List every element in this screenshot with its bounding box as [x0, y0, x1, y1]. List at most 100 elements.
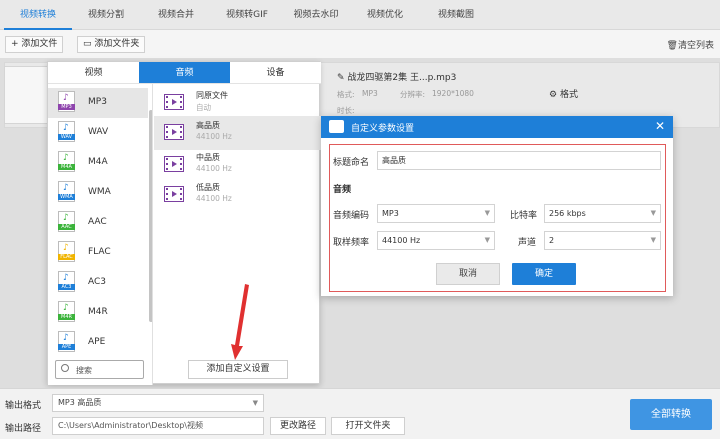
add-file-label: 添加文件	[21, 39, 58, 49]
format-search-input[interactable]: 搜索	[55, 360, 144, 379]
wma-file-icon: ♪ WMA	[58, 181, 75, 202]
tab-video-convert[interactable]: 视频转换	[4, 0, 72, 30]
m4a-file-icon: ♪ M4A	[58, 151, 75, 172]
quality-sub: 44100 Hz	[196, 132, 232, 141]
tab-format-device[interactable]: 设备	[230, 62, 321, 84]
codec-label: 音频编码	[333, 211, 370, 221]
dialog-title: 自定义参数设置	[351, 124, 415, 134]
bitrate-label: 比特率	[510, 211, 538, 221]
quality-name: 高品质	[196, 121, 220, 130]
quality-item[interactable]: 中品质 44100 Hz	[154, 148, 321, 182]
film-icon	[164, 156, 184, 172]
folder-icon: ▭	[83, 39, 92, 49]
output-format-value: MP3 高品质	[58, 398, 102, 407]
clear-list-button[interactable]: 🗑清空列表	[667, 38, 714, 51]
tab-video-to-gif[interactable]: 视频转GIF	[214, 0, 280, 30]
channel-value: 2	[549, 236, 555, 245]
format-item-m4r[interactable]: ♪ M4R M4R	[48, 298, 148, 328]
format-item-ac3[interactable]: ♪ AC3 AC3	[48, 268, 148, 298]
tab-format-video[interactable]: 视频	[48, 62, 139, 84]
flac-file-icon: ♪ FLAC	[58, 241, 75, 262]
tab-format-audio[interactable]: 音频	[139, 62, 230, 84]
plus-icon: +	[11, 39, 19, 49]
quality-name: 同原文件	[196, 91, 228, 100]
format-item-wav[interactable]: ♪ WAV WAV	[48, 118, 148, 148]
film-icon	[164, 124, 184, 140]
output-path-field[interactable]: C:\Users\Administrator\Desktop\视频	[52, 417, 264, 435]
file-format-value: MP3	[362, 89, 378, 98]
trash-icon: 🗑	[666, 41, 678, 51]
open-folder-button[interactable]: 打开文件夹	[331, 417, 405, 435]
chevron-down-icon: ▼	[650, 236, 656, 244]
file-thumbnail	[4, 66, 50, 124]
chevron-down-icon: ▼	[252, 399, 258, 407]
name-label: 标题命名	[333, 158, 370, 168]
bitrate-select[interactable]: 256 kbps ▼	[544, 204, 661, 223]
samplerate-label: 取样频率	[333, 238, 370, 248]
tab-video-split[interactable]: 视频分割	[76, 0, 136, 30]
quality-sub: 44100 Hz	[196, 164, 232, 173]
format-item-wma[interactable]: ♪ WMA WMA	[48, 178, 148, 208]
tab-video-merge[interactable]: 视频合并	[146, 0, 206, 30]
tab-video-screenshot[interactable]: 视频截图	[428, 0, 484, 30]
format-item-ape[interactable]: ♪ APE APE	[48, 328, 148, 358]
format-button-label: 格式	[559, 90, 578, 100]
ape-file-icon: ♪ APE	[58, 331, 75, 352]
add-folder-button[interactable]: ▭ 添加文件夹	[77, 36, 146, 53]
mp3-file-icon: ♪ MP3	[58, 91, 75, 112]
convert-all-button[interactable]: 全部转换	[630, 399, 712, 430]
audio-section-title: 音频	[333, 185, 352, 195]
edit-icon[interactable]: ✎	[337, 73, 345, 83]
quality-item[interactable]: 高品质 44100 Hz	[154, 116, 321, 150]
format-button[interactable]: ⚙ 格式	[549, 87, 578, 100]
bitrate-value: 256 kbps	[549, 209, 586, 218]
quality-name: 低品质	[196, 183, 220, 192]
film-icon	[164, 94, 184, 110]
add-folder-label: 添加文件夹	[94, 39, 140, 49]
camera-icon	[329, 120, 344, 133]
format-item-label: FLAC	[88, 247, 111, 257]
format-item-mp3[interactable]: ♪ MP3 MP3	[48, 88, 148, 118]
format-item-label: MP3	[88, 97, 107, 107]
aac-file-icon: ♪ AAC	[58, 211, 75, 232]
search-icon	[61, 364, 69, 372]
format-panel: 视频 音频 设备 ♪ MP3 MP3 ♪ WAV WAV ♪ M4A M4A ♪ WMA…	[47, 61, 321, 385]
chevron-down-icon: ▼	[484, 236, 490, 244]
chevron-down-icon: ▼	[650, 209, 656, 217]
file-name-text: 战龙四驱第2集 王...p.mp3	[347, 73, 457, 83]
tab-video-watermark[interactable]: 视频去水印	[284, 0, 348, 30]
codec-select[interactable]: MP3 ▼	[377, 204, 495, 223]
wav-file-icon: ♪ WAV	[58, 121, 75, 142]
ac3-file-icon: ♪ AC3	[58, 271, 75, 292]
add-custom-setting-button[interactable]: 添加自定义设置	[188, 360, 288, 379]
output-format-select[interactable]: MP3 高品质 ▼	[52, 394, 264, 412]
codec-value: MP3	[382, 209, 399, 218]
close-icon[interactable]: ✕	[655, 119, 665, 133]
channel-select[interactable]: 2 ▼	[544, 231, 661, 250]
samplerate-select[interactable]: 44100 Hz ▼	[377, 231, 495, 250]
tab-video-optimize[interactable]: 视频优化	[358, 0, 412, 30]
format-item-label: AC3	[88, 277, 107, 287]
file-resolution-label: 分辨率:	[400, 90, 426, 99]
quality-item[interactable]: 同原文件 自动	[154, 86, 321, 120]
name-input[interactable]: 高品质	[377, 151, 661, 170]
custom-settings-dialog: 自定义参数设置 ✕ 标题命名 高品质 音频 音频编码 MP3 ▼ 比特率 256…	[321, 116, 673, 296]
format-item-label: M4R	[88, 307, 108, 317]
gear-icon: ⚙	[549, 90, 558, 100]
m4r-file-icon: ♪ M4R	[58, 301, 75, 322]
format-item-flac[interactable]: ♪ FLAC FLAC	[48, 238, 148, 268]
format-item-label: APE	[88, 337, 106, 347]
dialog-body: 标题命名 高品质 音频 音频编码 MP3 ▼ 比特率 256 kbps ▼ 取样…	[329, 144, 666, 292]
quality-item[interactable]: 低品质 44100 Hz	[154, 178, 321, 212]
search-placeholder: 搜索	[76, 366, 92, 375]
chevron-down-icon: ▼	[484, 209, 490, 217]
ok-button[interactable]: 确定	[512, 263, 576, 285]
change-path-button[interactable]: 更改路径	[270, 417, 326, 435]
cancel-button[interactable]: 取消	[436, 263, 500, 285]
format-item-m4a[interactable]: ♪ M4A M4A	[48, 148, 148, 178]
file-resolution-value: 1920*1080	[432, 89, 474, 98]
add-file-button[interactable]: + 添加文件	[5, 36, 64, 53]
format-item-label: M4A	[88, 157, 108, 167]
format-list-scrollbar[interactable]	[149, 110, 152, 322]
format-item-aac[interactable]: ♪ AAC AAC	[48, 208, 148, 238]
